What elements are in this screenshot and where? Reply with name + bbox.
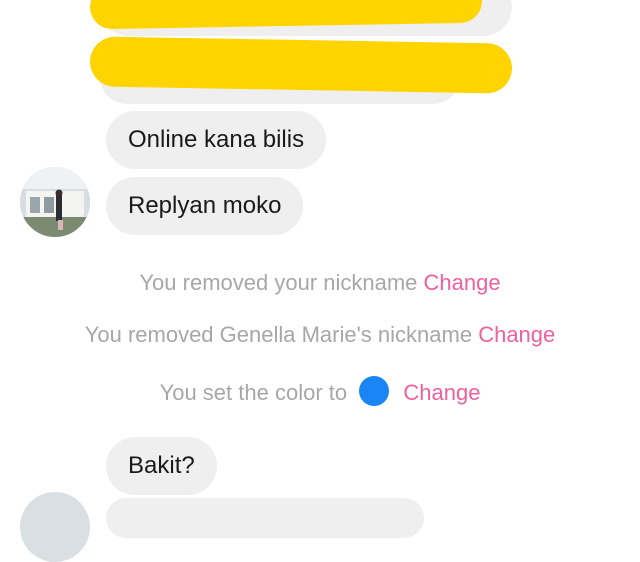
change-link[interactable]: Change bbox=[478, 322, 555, 347]
message-text: Online kana bilis bbox=[128, 126, 305, 153]
system-event-nickname-removed-other: You removed Genella Marie's nickname Cha… bbox=[0, 322, 640, 348]
system-event-text: You removed your nickname bbox=[139, 270, 418, 295]
message-text: Bakit? bbox=[128, 452, 195, 479]
system-event-text: You set the color to bbox=[159, 380, 348, 405]
message-bubble[interactable]: Replyan moko bbox=[106, 177, 304, 235]
system-event-text: You removed Genella Marie's nickname bbox=[84, 322, 473, 347]
message-bubble[interactable]: Online kana bilis bbox=[106, 111, 327, 169]
message-text: Replyan moko bbox=[128, 192, 282, 219]
message-bubble-partial bbox=[106, 498, 424, 538]
change-link[interactable]: Change bbox=[403, 380, 480, 405]
redaction-mark bbox=[89, 36, 513, 94]
avatar[interactable] bbox=[20, 492, 90, 562]
chat-color-dot-icon bbox=[359, 376, 390, 406]
avatar-photo bbox=[20, 167, 90, 237]
system-event-nickname-removed: You removed your nickname Change bbox=[0, 270, 640, 296]
message-bubble[interactable]: Bakit? bbox=[106, 437, 217, 495]
avatar[interactable] bbox=[20, 167, 90, 237]
change-link[interactable]: Change bbox=[424, 270, 501, 295]
system-event-color-set: You set the color to Change bbox=[0, 376, 640, 406]
